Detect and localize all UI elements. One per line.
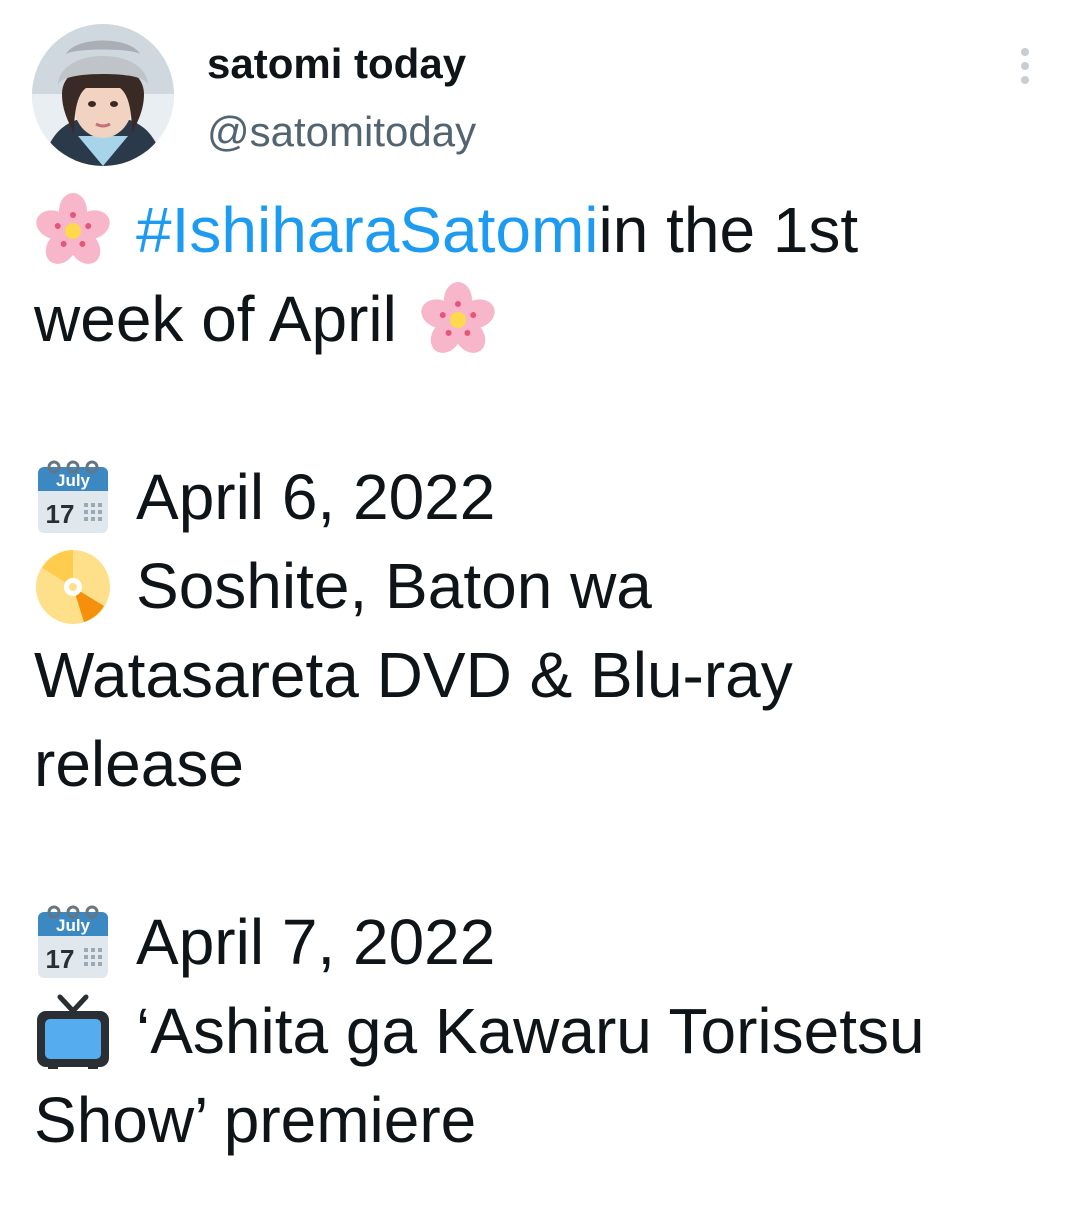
- event-date: April 7, 2022: [136, 906, 496, 978]
- cherry-blossom-icon: [419, 281, 497, 359]
- tweet-line-text: Show’ premiere: [34, 1084, 477, 1156]
- tweet-line-text: Watasareta DVD & Blu-ray: [34, 639, 793, 711]
- cherry-blossom-icon: [34, 192, 112, 270]
- tweet-line: release: [34, 720, 1044, 809]
- tweet-line: Show’ premiere: [34, 1076, 1044, 1165]
- tweet-line: ‘Ashita ga Kawaru Torisetsu: [34, 987, 1044, 1076]
- event-date: April 6, 2022: [136, 461, 496, 533]
- user-handle[interactable]: @satomitoday: [207, 108, 476, 156]
- tweet-line-text: release: [34, 728, 244, 800]
- calendar-day-label: 17: [46, 944, 75, 974]
- tweet-line: Soshite, Baton wa: [34, 542, 1044, 631]
- calendar-month-label: July: [56, 916, 91, 935]
- television-icon: [34, 993, 112, 1071]
- more-options-icon: [1021, 48, 1029, 56]
- tweet-line: Watasareta DVD & Blu-ray: [34, 631, 1044, 720]
- tweet-line: week of April: [34, 275, 1044, 364]
- tweet-line: July 17 April 7, 2022: [34, 898, 1044, 987]
- calendar-icon: July 17: [34, 459, 112, 537]
- tweet-line-text: week of April: [34, 283, 397, 355]
- dvd-icon: [34, 548, 112, 626]
- calendar-icon: July 17: [34, 904, 112, 982]
- tweet-line-text: in the 1st: [598, 194, 859, 266]
- tweet-line-text: ‘Ashita ga Kawaru Torisetsu: [136, 995, 925, 1067]
- hashtag-link[interactable]: #IshiharaSatomi: [136, 186, 598, 275]
- tweet-line: July 17 April 6, 2022: [34, 453, 1044, 542]
- calendar-day-label: 17: [46, 499, 75, 529]
- display-name[interactable]: satomi today: [207, 40, 466, 88]
- more-options-dot: [1021, 76, 1029, 84]
- calendar-month-label: July: [56, 471, 91, 490]
- more-options-button[interactable]: [1010, 44, 1040, 88]
- tweet-line-text: Soshite, Baton wa: [136, 550, 652, 622]
- avatar[interactable]: [32, 24, 174, 166]
- tweet-line: #IshiharaSatomi in the 1st: [34, 186, 1044, 275]
- tweet-text: #IshiharaSatomi in the 1st week of April: [34, 186, 1044, 1165]
- more-options-dot: [1021, 62, 1029, 70]
